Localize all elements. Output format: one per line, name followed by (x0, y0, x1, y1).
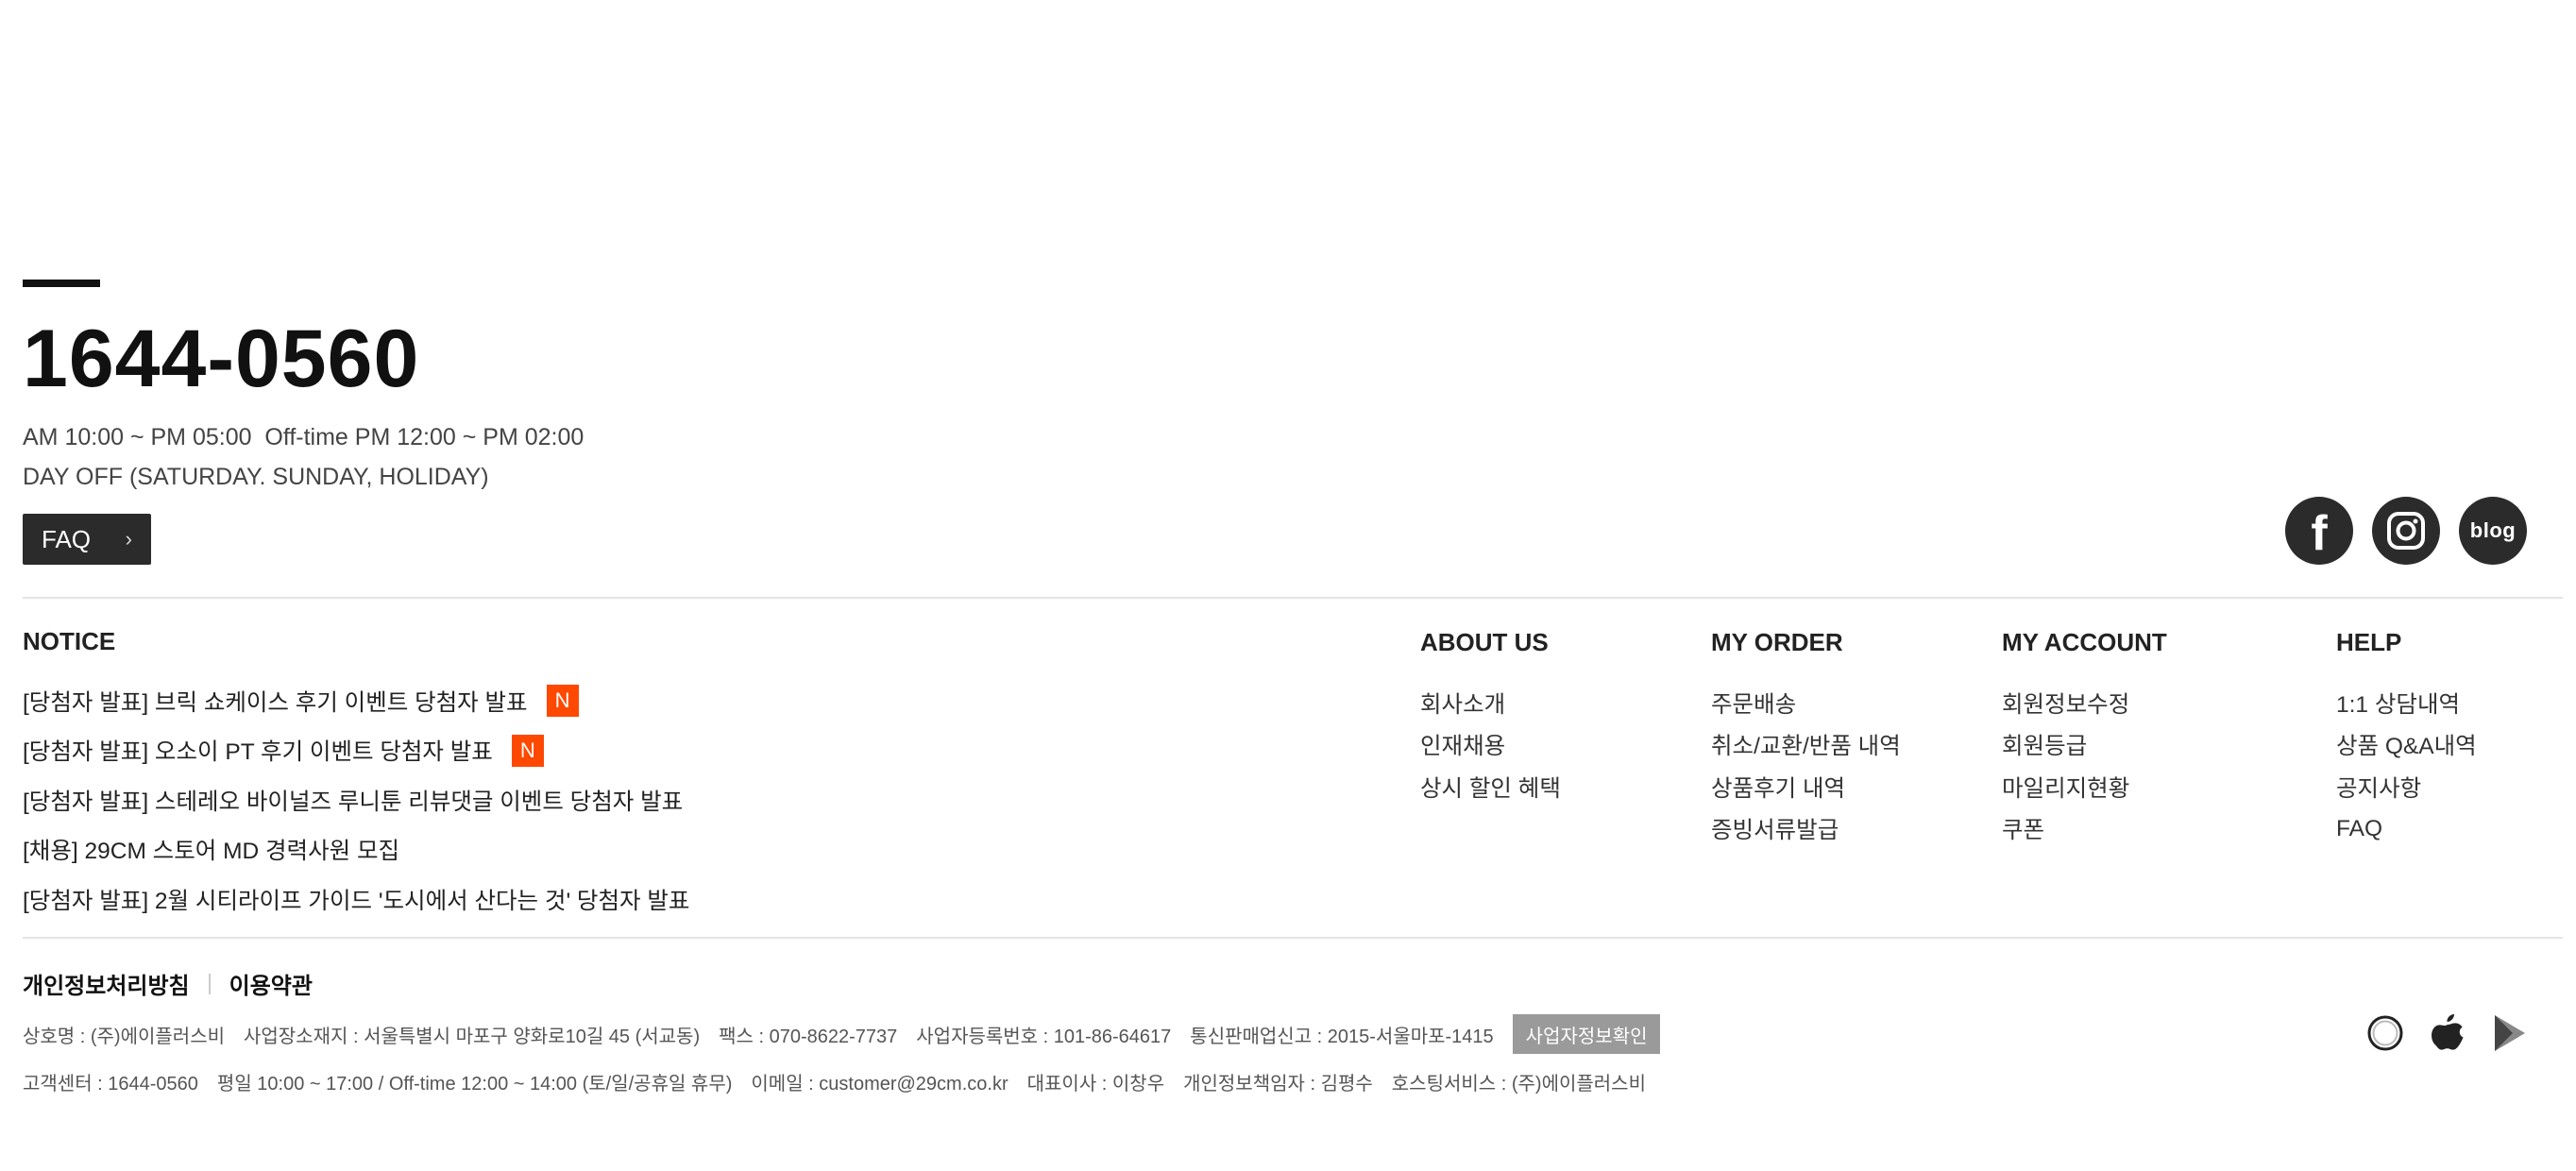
notice-item-text: [당첨자 발표] 2월 시티라이프 가이드 '도시에서 산다는 것' 당첨자 발… (23, 888, 690, 914)
apple-icon[interactable] (2429, 1012, 2466, 1054)
notice-list: [당첨자 발표] 브릭 쇼케이스 후기 이벤트 당첨자 발표 N [당첨자 발표… (23, 676, 689, 925)
about-title: ABOUT US (1420, 628, 1549, 656)
faq-button-label: FAQ (42, 524, 92, 553)
privacy-policy-link[interactable]: 개인정보처리방침 (23, 967, 190, 1000)
about-column: ABOUT US 회사소개 인재채용 상시 할인 혜택 (1420, 627, 1561, 812)
policy-links: 개인정보처리방침 이용약관 (23, 967, 313, 1000)
account-title: MY ACCOUNT (2002, 628, 2167, 656)
ceo-name: 대표이사 : 이창우 (1026, 1073, 1165, 1095)
instagram-icon[interactable] (2372, 497, 2440, 565)
help-link-faq[interactable]: FAQ (2336, 805, 2477, 855)
facebook-icon[interactable]: f (2285, 497, 2353, 565)
terms-link[interactable]: 이용약관 (229, 967, 313, 1000)
blog-glyph: blog (2469, 518, 2517, 542)
cs-center: 고객센터 : 1644-0560 (23, 1073, 198, 1095)
faq-button[interactable]: FAQ › (23, 514, 151, 565)
notice-title: NOTICE (23, 627, 116, 655)
notice-item[interactable]: [당첨자 발표] 브릭 쇼케이스 후기 이벤트 당첨자 발표 N (23, 676, 689, 726)
instagram-glyph (2387, 512, 2425, 550)
notice-item[interactable]: [당첨자 발표] 2월 시티라이프 가이드 '도시에서 산다는 것' 당첨자 발… (23, 874, 689, 925)
company-fax: 팩스 : 070-8622-7737 (719, 1026, 898, 1047)
account-link-coupon[interactable]: 쿠폰 (2002, 805, 2167, 855)
footer: 1644-0560 AM 10:00 ~ PM 05:00 Off-time P… (23, 0, 2563, 1171)
chevron-right-icon: › (125, 527, 132, 551)
circle-icon (2367, 1015, 2403, 1051)
ecommerce-registration: 통신판매업신고 : 2015-서울마포-1415 (1190, 1026, 1494, 1047)
privacy-officer: 개인정보책임자 : 김평수 (1183, 1073, 1373, 1095)
contact-info-row: 고객센터 : 1644-0560 평일 10:00 ~ 17:00 / Off-… (23, 1065, 1665, 1097)
business-info-check-button[interactable]: 사업자정보확인 (1512, 1014, 1661, 1054)
notice-item-text: [당첨자 발표] 스테레오 바이널즈 루니툰 리뷰댓글 이벤트 당첨자 발표 (23, 789, 684, 815)
company-name: 상호명 : (주)에이플러스비 (23, 1026, 225, 1047)
account-column: MY ACCOUNT 회원정보수정 회원등급 마일리지현황 쿠폰 (2002, 627, 2167, 854)
notice-item[interactable]: [당첨자 발표] 스테레오 바이널즈 루니툰 리뷰댓글 이벤트 당첨자 발표 (23, 775, 689, 825)
cs-dayoff: DAY OFF (SATURDAY. SUNDAY, HOLIDAY) (23, 464, 489, 490)
about-link-discount[interactable]: 상시 할인 혜택 (1420, 762, 1561, 812)
separator (208, 973, 211, 994)
company-info-row: 상호명 : (주)에이플러스비 사업장소재지 : 서울특별시 마포구 양화로10… (23, 1014, 1679, 1054)
notice-item[interactable]: [당첨자 발표] 오소이 PT 후기 이벤트 당첨자 발표 N (23, 726, 689, 776)
cs-hours: AM 10:00 ~ PM 05:00 Off-time PM 12:00 ~ … (23, 424, 585, 450)
company-address: 사업장소재지 : 서울특별시 마포구 양화로10길 45 (서교동) (244, 1026, 701, 1047)
order-title: MY ORDER (1711, 628, 1843, 656)
order-link-receipts[interactable]: 증빙서류발급 (1711, 805, 1901, 855)
new-badge: N (546, 685, 579, 718)
social-links: f blog (2285, 497, 2527, 565)
hosting-provider: 호스팅서비스 : (주)에이플러스비 (1391, 1073, 1646, 1095)
app-store-links (2366, 1012, 2529, 1054)
notice-item[interactable]: [채용] 29CM 스토어 MD 경력사원 모집 (23, 825, 689, 875)
cs-phone-number: 1644-0560 (23, 314, 420, 404)
order-column: MY ORDER 주문배송 취소/교환/반품 내역 상품후기 내역 증빙서류발급 (1711, 627, 1901, 854)
notice-item-text: [채용] 29CM 스토어 MD 경력사원 모집 (23, 839, 400, 865)
cs-weekday-hours: 평일 10:00 ~ 17:00 / Off-time 12:00 ~ 14:0… (216, 1073, 733, 1095)
help-title: HELP (2336, 628, 2402, 656)
blog-icon[interactable]: blog (2459, 497, 2527, 565)
accent-bar (23, 280, 100, 287)
business-number: 사업자등록번호 : 101-86-64617 (916, 1026, 1172, 1047)
notice-item-text: [당첨자 발표] 브릭 쇼케이스 후기 이벤트 당첨자 발표 (23, 689, 528, 716)
play-triangle-icon (2495, 1015, 2525, 1051)
apple-logo-icon (2432, 1014, 2464, 1050)
divider (23, 937, 2563, 939)
facebook-glyph: f (2311, 506, 2328, 561)
new-badge: N (511, 734, 544, 767)
google-play-icon[interactable] (2491, 1012, 2529, 1054)
notice-item-text: [당첨자 발표] 오소이 PT 후기 이벤트 당첨자 발표 (23, 739, 493, 766)
divider (23, 597, 2563, 599)
cs-email: 이메일 : customer@29cm.co.kr (751, 1073, 1008, 1095)
help-column: HELP 1:1 상담내역 상품 Q&A내역 공지사항 FAQ (2336, 627, 2477, 854)
mobile-web-icon[interactable] (2366, 1012, 2404, 1054)
